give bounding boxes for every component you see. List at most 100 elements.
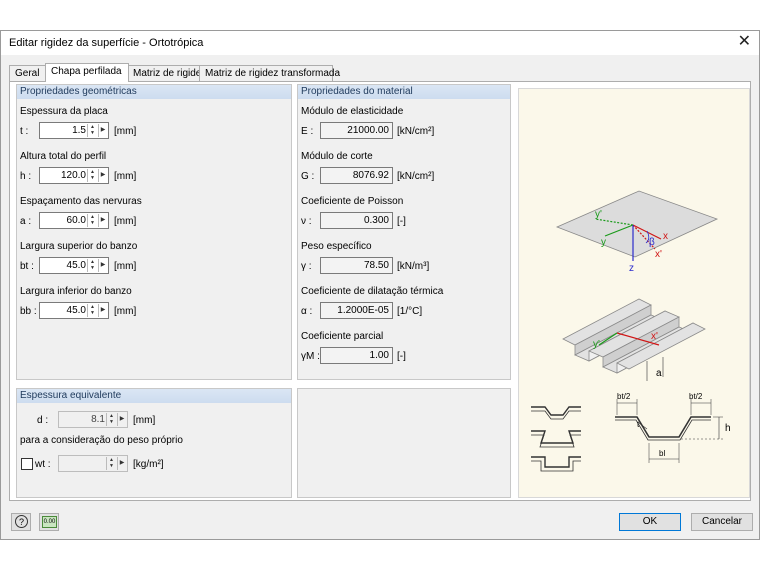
bottom-flange-value: 45.0: [66, 305, 86, 316]
window-title: Editar rigidez da superfície - Ortotrópi…: [9, 37, 204, 49]
material-header: Propriedades do material: [298, 85, 510, 99]
bt-half-left-text: bt/2: [617, 392, 631, 401]
d-menu-icon: ▶: [117, 413, 126, 426]
y-text: y: [601, 237, 606, 248]
h-text: h: [725, 423, 731, 434]
height-stepper-icon[interactable]: ▲ ▼: [87, 169, 97, 182]
tab-geral[interactable]: Geral: [9, 65, 47, 81]
rib-spacing-label: Espaçamento das nervuras: [20, 196, 142, 207]
thermal-label: Coeficiente de dilatação térmica: [301, 286, 444, 297]
partial-factor-symbol: γM :: [301, 351, 320, 362]
specific-weight-unit: [kN/m³]: [397, 261, 430, 272]
thickness-stepper-icon[interactable]: ▲ ▼: [87, 124, 97, 137]
top-flange-input[interactable]: 45.0 ▲ ▼ ▶: [39, 257, 109, 274]
bottom-flange-label: Largura inferior do banzo: [20, 286, 132, 297]
poisson-field: 0.300: [320, 212, 393, 229]
rib-spacing-value: 60.0: [66, 215, 86, 226]
bottom-flange-unit: [mm]: [114, 306, 137, 317]
diagram-panel: y' y β x x' z x' y' a bt/2 bt/2 t h bl: [518, 88, 750, 498]
dimensioned-section: [615, 399, 723, 463]
shear-symbol: G :: [301, 171, 315, 182]
top-flange-label: Largura superior do banzo: [20, 241, 138, 252]
elasticity-value: 21000.00: [347, 125, 389, 136]
wt-checkbox[interactable]: [21, 458, 33, 470]
thickness-unit: [mm]: [114, 126, 137, 137]
thickness-value: 1.5: [72, 125, 86, 136]
poisson-unit: [-]: [397, 216, 406, 227]
rib-spacing-menu-icon[interactable]: ▶: [98, 214, 107, 227]
top-flange-stepper-icon[interactable]: ▲ ▼: [87, 259, 97, 272]
thermal-symbol: α :: [301, 306, 313, 317]
cancel-button[interactable]: Cancelar: [691, 513, 753, 531]
z-text: z: [629, 263, 634, 274]
corrugated-profile: [562, 298, 706, 374]
thickness-input[interactable]: 1.5 ▲ ▼ ▶: [39, 122, 109, 139]
elasticity-field: 21000.00: [320, 122, 393, 139]
thickness-label: Espessura da placa: [20, 106, 108, 117]
height-symbol: h :: [20, 171, 32, 182]
self-weight-note: para a consideração do peso próprio: [20, 435, 183, 446]
height-input[interactable]: 120.0 ▲ ▼ ▶: [39, 167, 109, 184]
thermal-unit: [1/°C]: [397, 306, 423, 317]
specific-weight-label: Peso específico: [301, 241, 372, 252]
wt-label: wt :: [35, 459, 51, 470]
wt-unit: [kg/m²]: [133, 459, 164, 470]
ok-button[interactable]: OK: [619, 513, 681, 531]
specific-weight-field: 78.50: [320, 257, 393, 274]
height-menu-icon[interactable]: ▶: [98, 169, 107, 182]
specific-weight-value: 78.50: [363, 260, 389, 271]
profile-x-prime-text: x': [651, 331, 658, 342]
thickness-menu-icon[interactable]: ▶: [98, 124, 107, 137]
d-input: 8.1 ▲ ▼ ▶: [58, 411, 128, 428]
shear-unit: [kN/cm²]: [397, 171, 435, 182]
wt-menu-icon: ▶: [117, 457, 126, 470]
shear-value: 8076.92: [352, 170, 389, 181]
bottom-flange-input[interactable]: 45.0 ▲ ▼ ▶: [39, 302, 109, 319]
b-text: bl: [659, 449, 665, 458]
shear-label: Módulo de corte: [301, 151, 373, 162]
specific-weight-symbol: γ :: [301, 261, 312, 272]
tab-chapa-perfilada[interactable]: Chapa perfilada: [45, 63, 129, 82]
geometry-header: Propriedades geométricas: [17, 85, 291, 99]
tab-matriz-transformada[interactable]: Matriz de rigidez transformada: [199, 65, 340, 81]
section-shapes: [531, 406, 581, 472]
thermal-value: 1.2000E-05: [337, 305, 389, 316]
poisson-symbol: ν :: [301, 216, 312, 227]
equivalent-panel: Espessura equivalente d : 8.1 ▲ ▼ ▶ [mm] …: [16, 388, 292, 498]
bottom-flange-menu-icon[interactable]: ▶: [98, 304, 107, 317]
height-label: Altura total do perfil: [20, 151, 107, 162]
tab-page-chapa-perfilada: Propriedades geométricas Espessura da pl…: [9, 81, 751, 501]
partial-factor-value: 1.00: [369, 350, 389, 361]
top-flange-unit: [mm]: [114, 261, 137, 272]
bottom-flange-stepper-icon[interactable]: ▲ ▼: [87, 304, 97, 317]
elasticity-symbol: E :: [301, 126, 314, 137]
rib-spacing-input[interactable]: 60.0 ▲ ▼ ▶: [39, 212, 109, 229]
close-icon[interactable]: ✕: [738, 34, 751, 50]
poisson-value: 0.300: [363, 215, 389, 226]
equivalent-header: Espessura equivalente: [17, 389, 291, 403]
wt-input: ▲ ▼ ▶: [58, 455, 128, 472]
stiffness-diagram: y' y β x x' z x' y' a bt/2 bt/2 t h bl: [531, 190, 731, 472]
thickness-symbol: t :: [20, 126, 29, 137]
tab-matriz-rigidez[interactable]: Matriz de rigidez: [127, 65, 206, 81]
help-button[interactable]: ?: [11, 513, 31, 531]
x-text: x: [663, 231, 668, 242]
height-value: 120.0: [60, 170, 86, 181]
y-prime-text: y': [595, 209, 602, 220]
profile-y-prime-text: y': [593, 339, 600, 350]
top-flange-value: 45.0: [66, 260, 86, 271]
thermal-field: 1.2000E-05: [320, 302, 393, 319]
rib-spacing-unit: [mm]: [114, 216, 137, 227]
bottom-flange-symbol: bb :: [20, 306, 37, 317]
edit-stiffness-dialog: Editar rigidez da superfície - Ortotrópi…: [0, 30, 760, 540]
geometry-panel: Propriedades geométricas Espessura da pl…: [16, 84, 292, 380]
rib-spacing-stepper-icon[interactable]: ▲ ▼: [87, 214, 97, 227]
elasticity-label: Módulo de elasticidade: [301, 106, 404, 117]
top-flange-menu-icon[interactable]: ▶: [98, 259, 107, 272]
units-button[interactable]: 0.00: [39, 513, 59, 531]
x-prime-text: x': [655, 249, 662, 260]
bt-half-right-text: bt/2: [689, 392, 703, 401]
d-stepper-icon: ▲ ▼: [106, 413, 116, 426]
partial-factor-unit: [-]: [397, 351, 406, 362]
beta-text: β: [649, 237, 655, 248]
